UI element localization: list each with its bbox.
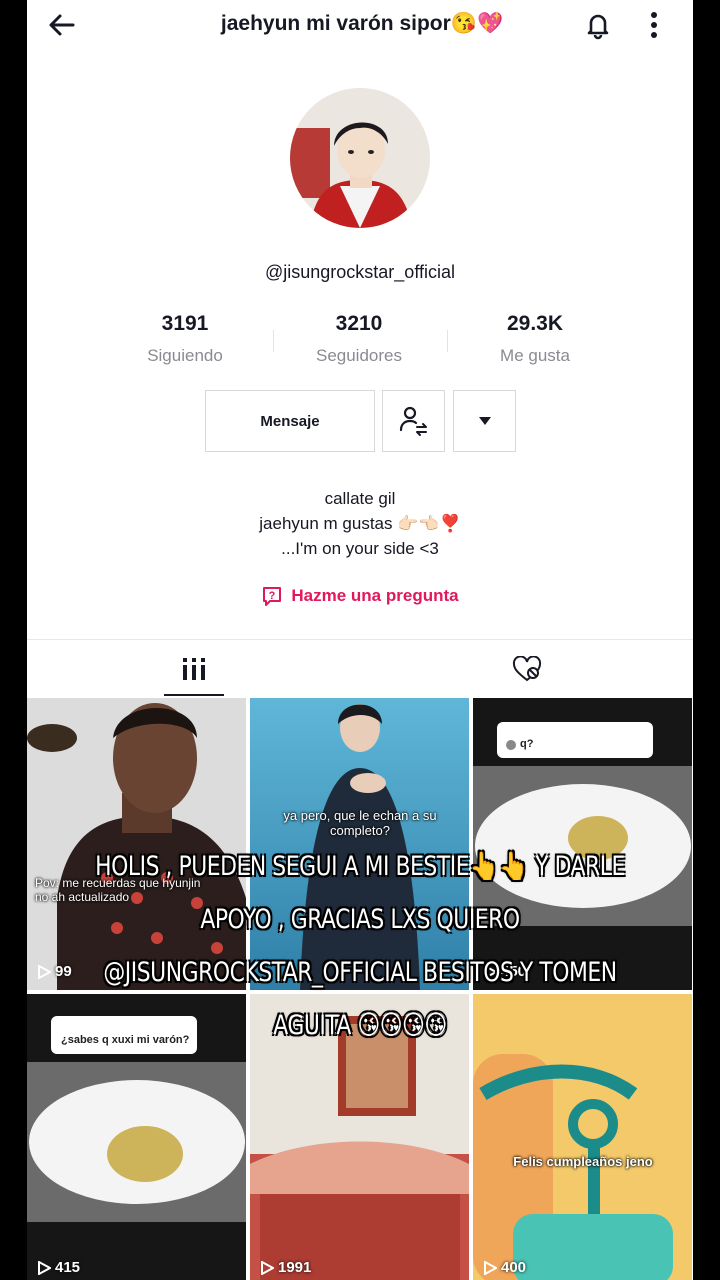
overlay-line: HOLIS , PUEDEN SEGUI A MI BESTIE👆👆 Y DAR… xyxy=(95,851,625,882)
view-count-value: 400 xyxy=(501,1259,527,1276)
view-count: 1991 xyxy=(260,1259,311,1276)
top-bar: jaehyun mi varón sipor😘💖 xyxy=(27,0,693,50)
notifications-button[interactable] xyxy=(582,9,614,41)
user-following-icon xyxy=(399,406,427,436)
story-overlay-text: HOLIS , PUEDEN SEGUI A MI BESTIE👆👆 Y DAR… xyxy=(36,840,684,1052)
play-icon xyxy=(38,1260,51,1275)
kebab-menu-icon xyxy=(651,12,657,38)
back-arrow-icon xyxy=(49,14,75,36)
bio-line: ...I'm on your side <3 xyxy=(281,539,439,558)
stat-followers-value: 3210 xyxy=(335,312,383,335)
message-button[interactable]: Mensaje xyxy=(205,390,375,452)
tab-videos[interactable] xyxy=(164,640,224,698)
caret-down-icon xyxy=(478,417,491,425)
stat-likes: 29.3K Me gusta xyxy=(465,312,605,366)
question-box-icon: ? xyxy=(263,587,282,606)
view-count: 400 xyxy=(483,1259,526,1276)
grid-icon xyxy=(183,658,205,680)
stat-followers[interactable]: 3210 Seguidores xyxy=(289,312,429,366)
bell-icon xyxy=(587,14,609,40)
stat-divider xyxy=(273,330,274,352)
play-icon xyxy=(261,1260,274,1275)
svg-text:?: ? xyxy=(269,590,276,602)
stat-following-label: Siguiendo xyxy=(147,346,223,365)
hidden-heart-icon xyxy=(512,656,542,682)
view-count-value: 415 xyxy=(55,1259,81,1276)
profile-tabs xyxy=(27,639,693,698)
video-caption: Felis cumpleaños jeno xyxy=(513,1154,653,1169)
profile-handle: @jisungrockstar_official xyxy=(264,262,456,282)
stat-followers-label: Seguidores xyxy=(315,346,402,365)
ask-question-label: Hazme una pregunta xyxy=(291,586,459,605)
view-count-value: 1991 xyxy=(278,1259,312,1276)
view-count: 415 xyxy=(37,1259,80,1276)
more-options-button[interactable] xyxy=(641,9,667,41)
stat-divider xyxy=(447,330,448,352)
stat-likes-label: Me gusta xyxy=(500,346,570,365)
tab-liked[interactable] xyxy=(497,640,557,698)
overlay-line: @JISUNGROCKSTAR_OFFICIAL BESITOS Y TOMEN xyxy=(103,957,617,988)
page-title: jaehyun mi varón sipor😘💖 xyxy=(220,12,504,35)
overlay-line: APOYO , GRACIAS LXS QUIERO xyxy=(200,904,520,935)
bio-line: callate gil xyxy=(324,489,396,508)
back-button[interactable] xyxy=(45,8,79,42)
avatar-photo xyxy=(290,88,430,228)
following-status-button[interactable] xyxy=(382,390,445,452)
profile-screen: jaehyun mi varón sipor😘💖 @jisungrockstar… xyxy=(27,0,693,1280)
play-icon xyxy=(484,1260,497,1275)
video-caption: ya pero, que le echan a su completo? xyxy=(283,808,437,838)
suggested-accounts-button[interactable] xyxy=(453,390,516,452)
video-caption: q? xyxy=(520,738,534,750)
stat-likes-value: 29.3K xyxy=(506,312,564,335)
avatar[interactable] xyxy=(290,88,430,228)
stat-following[interactable]: 3191 Siguiendo xyxy=(115,312,255,366)
active-tab-indicator xyxy=(164,694,224,696)
overlay-line: AGUITA 😘😘😘😘 xyxy=(273,1010,447,1041)
stat-following-value: 3191 xyxy=(161,312,209,335)
bio-line: jaehyun m gustas 👉🏻👈🏻❣️ xyxy=(259,514,461,533)
bio: callate gil jaehyun m gustas 👉🏻👈🏻❣️ ...I… xyxy=(27,486,693,561)
ask-question-link[interactable]: ? Hazme una pregunta xyxy=(27,585,693,607)
